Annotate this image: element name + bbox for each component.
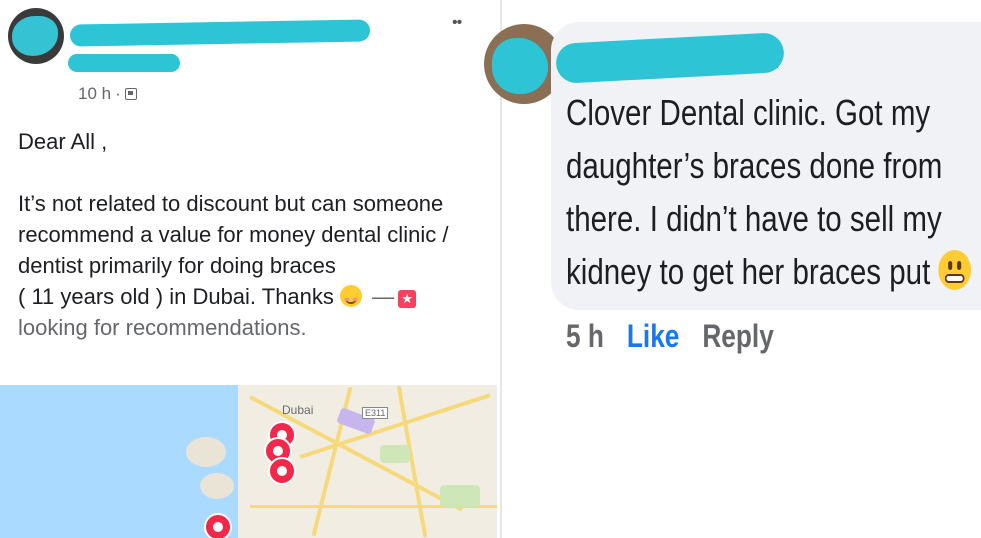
comment-line: kidney to get her braces put (566, 251, 931, 292)
activity-dash: — (372, 284, 395, 309)
comment-line: there. I didn’t have to sell my (566, 198, 942, 239)
redaction-mark (12, 16, 58, 56)
comment-text: Clover Dental clinic. Got my daughter’s … (566, 86, 972, 298)
post-card: •• 10 h · Dear All , It’s not related to… (0, 0, 502, 538)
reply-button[interactable]: Reply (702, 318, 773, 355)
map-park (440, 485, 480, 507)
map-island (200, 473, 234, 499)
recommendations-map[interactable]: Dubai E311 (0, 385, 497, 538)
emoji-teeth (945, 274, 965, 283)
redaction-mark (492, 38, 548, 94)
post-text-line2: ( 11 years old ) in Dubai. Thanks — ★ (18, 281, 488, 312)
smiling-emoji-icon (340, 285, 363, 307)
comment-line: daughter’s braces done from (566, 145, 943, 186)
comment-actions: 5 h Like Reply (566, 318, 774, 355)
map-park (380, 445, 410, 463)
map-pin[interactable] (268, 457, 296, 485)
meta-separator: · (115, 84, 121, 103)
comment-line: Clover Dental clinic. Got my (566, 92, 931, 133)
comment-line-last: kidney to get her braces put (566, 245, 972, 298)
post-activity[interactable]: looking for recommendations. (18, 312, 488, 343)
comment-timestamp[interactable]: 5 h (566, 318, 604, 355)
post-timestamp[interactable]: 10 h (78, 84, 111, 104)
post-author-name-redacted-line2 (68, 54, 180, 72)
like-button[interactable]: Like (627, 318, 680, 355)
post-meta: 10 h · (78, 84, 137, 104)
post-author-name-redacted[interactable] (69, 19, 371, 47)
post-greeting: Dear All , (18, 129, 108, 154)
emoji-eye (957, 261, 962, 270)
post-text-age: ( 11 years old ) in Dubai. Thanks (18, 284, 334, 309)
recommendation-badge-icon: ★ (398, 290, 417, 308)
grimacing-emoji-icon (938, 250, 972, 290)
map-island (186, 437, 226, 467)
post-body: Dear All , It’s not related to discount … (18, 126, 488, 343)
map-road-shield: E311 (362, 407, 389, 419)
post-options-icon[interactable]: •• (452, 14, 462, 32)
post-author-avatar[interactable] (8, 8, 64, 64)
post-text: It’s not related to discount but can som… (18, 191, 449, 278)
map-pin[interactable] (204, 513, 232, 538)
emoji-eye (948, 261, 953, 270)
group-privacy-icon (124, 88, 137, 100)
map-city-label: Dubai (282, 403, 314, 417)
